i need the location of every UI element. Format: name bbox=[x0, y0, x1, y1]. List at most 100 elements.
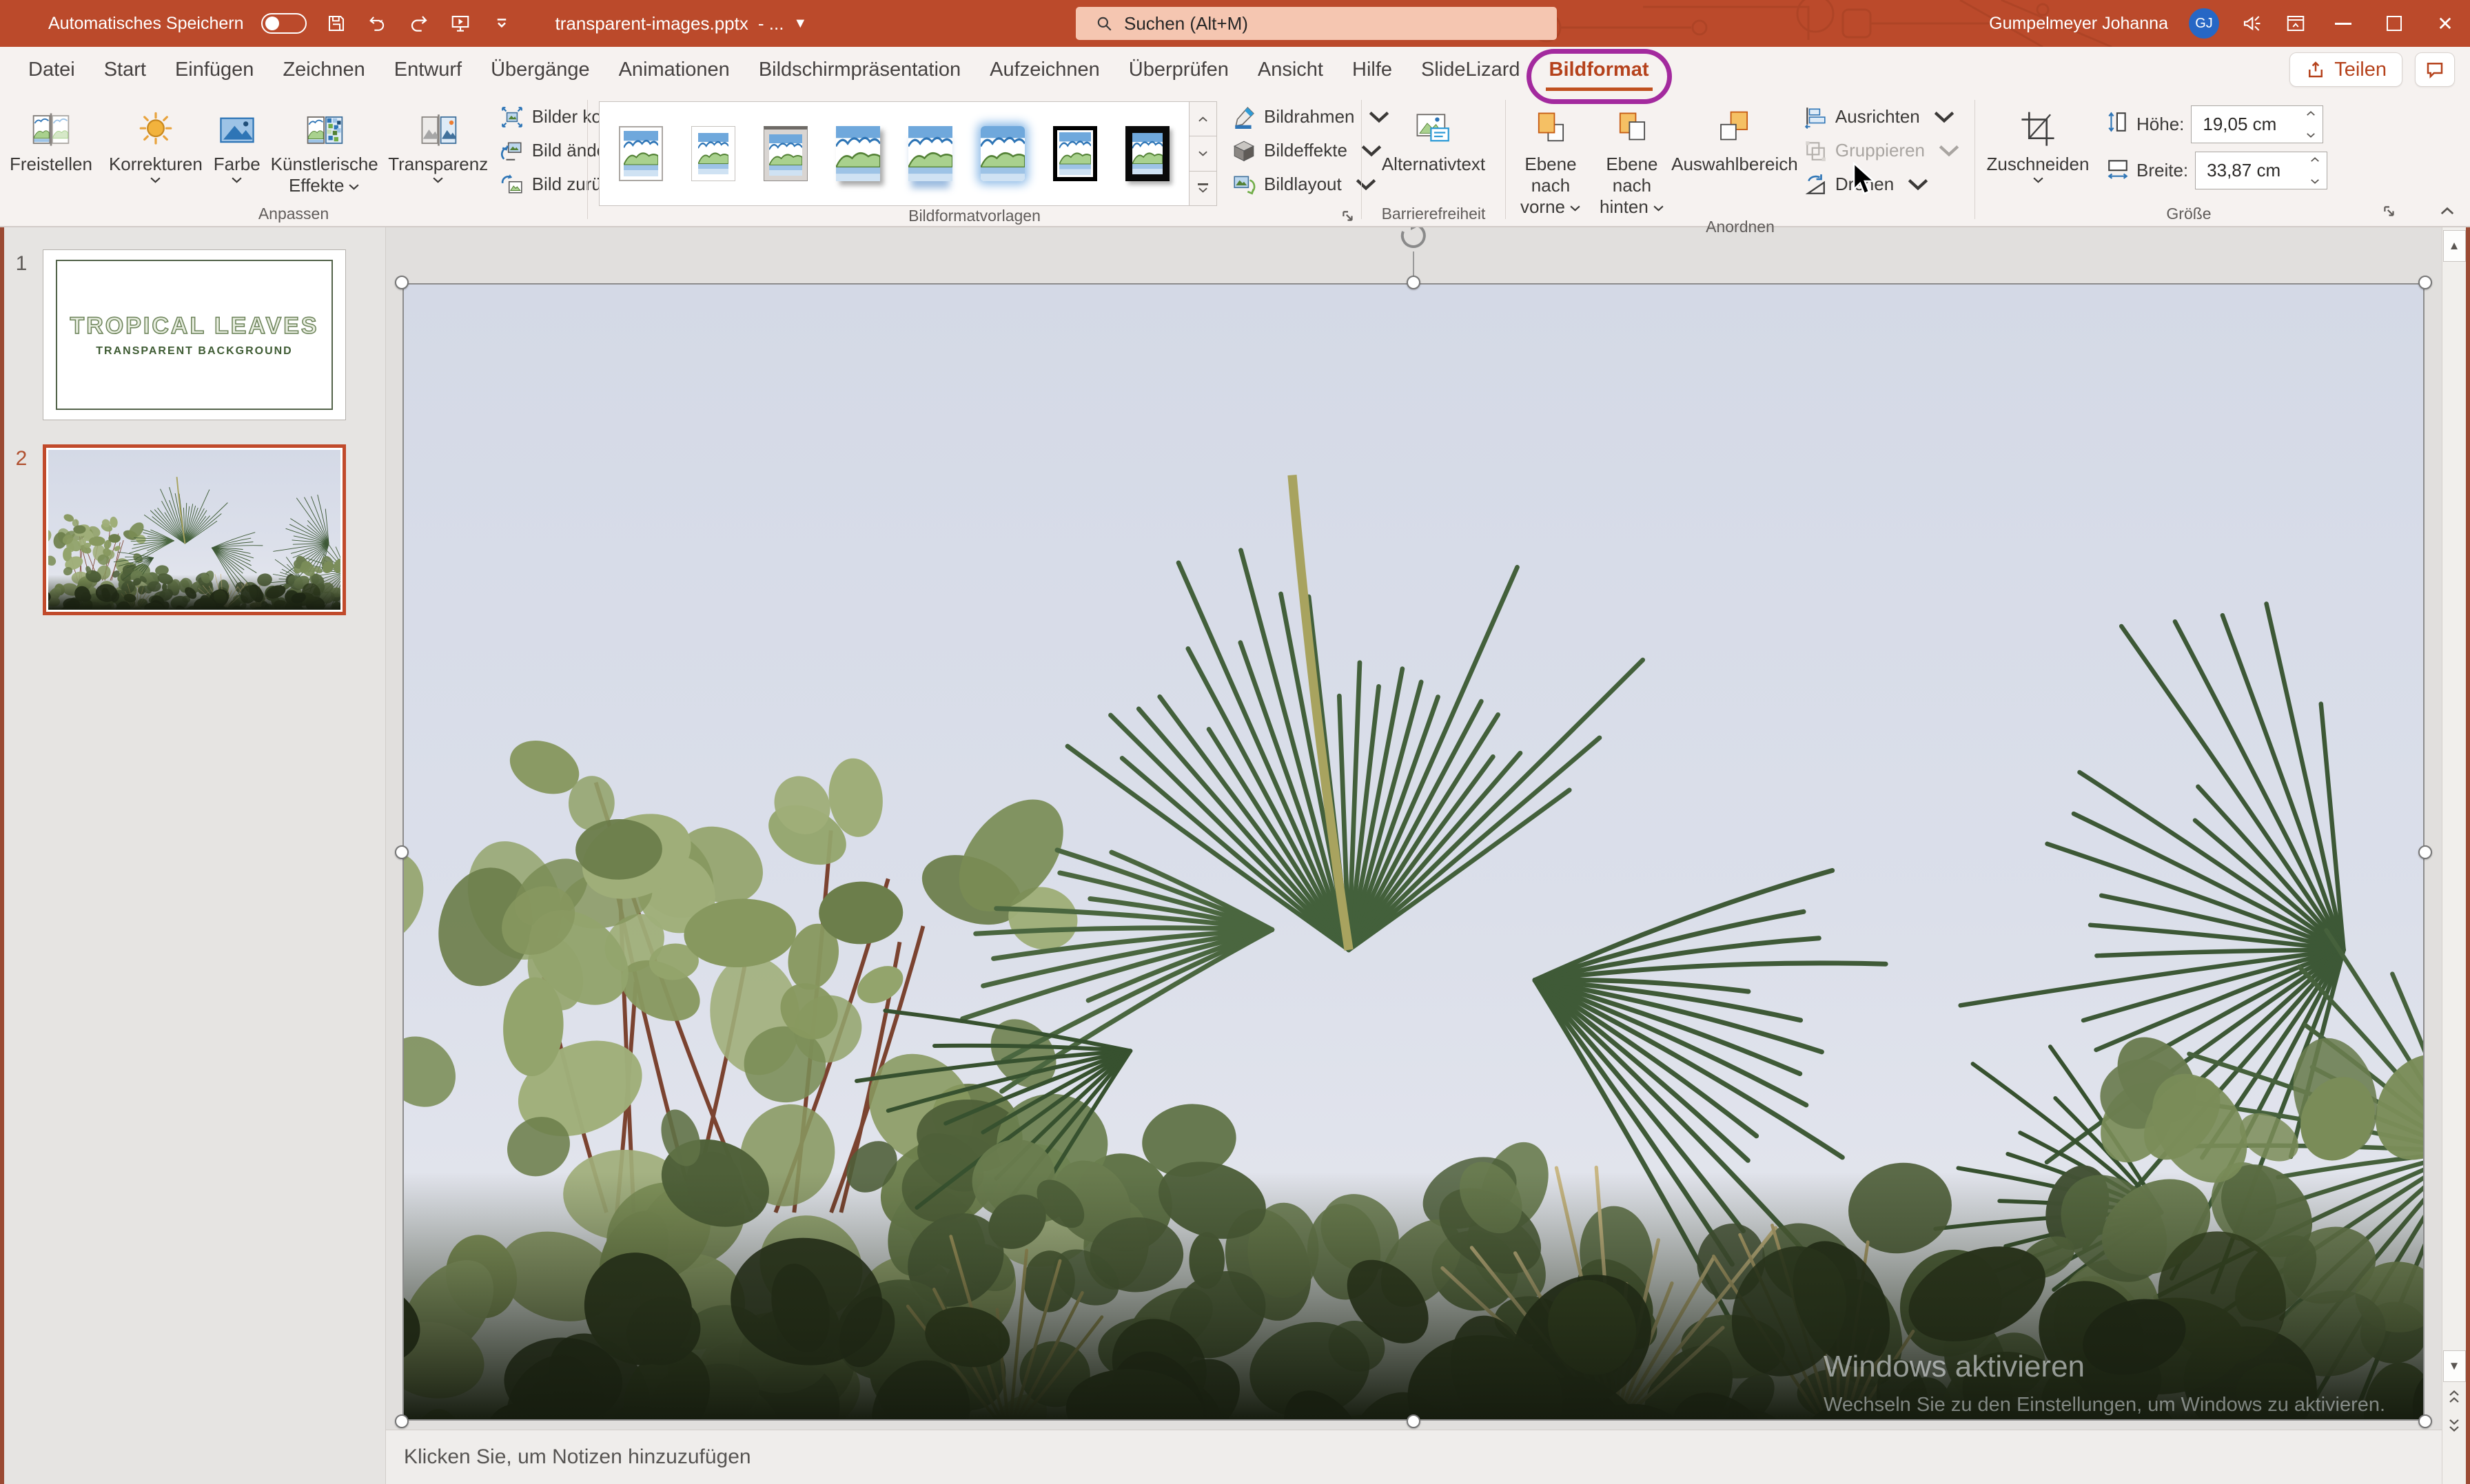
selected-picture[interactable]: Windows aktivieren Wechseln Sie zu den E… bbox=[395, 220, 2432, 1428]
picture-style-drop-shadow[interactable] bbox=[828, 115, 888, 192]
dialog-launcher-icon[interactable] bbox=[2382, 204, 2400, 222]
previous-slide-button[interactable] bbox=[2443, 1382, 2466, 1411]
slide-1-preview[interactable]: TROPICAL LEAVES TRANSPARENT BACKGROUND bbox=[43, 249, 346, 420]
customize-qat-icon[interactable] bbox=[490, 12, 513, 35]
width-stepper[interactable] bbox=[2310, 156, 2320, 185]
document-title[interactable]: transparent-images.pptx - ... ▼ bbox=[555, 13, 807, 34]
tab-ansicht[interactable]: Ansicht bbox=[1243, 47, 1338, 93]
slide-thumbnail-2[interactable]: 2 bbox=[0, 444, 346, 615]
autosave-toggle[interactable] bbox=[261, 13, 307, 34]
height-stepper[interactable] bbox=[2306, 110, 2316, 138]
active-tab-underline bbox=[1545, 87, 1653, 91]
tab-slidelizard[interactable]: SlideLizard bbox=[1407, 47, 1534, 93]
scroll-down-button[interactable]: ▼ bbox=[2442, 1350, 2466, 1382]
tab-entwurf[interactable]: Entwurf bbox=[380, 47, 476, 93]
tab-hilfe[interactable]: Hilfe bbox=[1338, 47, 1407, 93]
resize-handle-bottom-right[interactable] bbox=[2418, 1414, 2432, 1428]
picture-style-thick-black-frame[interactable] bbox=[1117, 115, 1178, 192]
windows-activation-watermark: Windows aktivieren Wechseln Sie zu den E… bbox=[1824, 1350, 2386, 1416]
picture-style-reflection[interactable] bbox=[900, 115, 961, 192]
slide-thumbnail-panel: 1 TROPICAL LEAVES TRANSPARENT BACKGROUND… bbox=[0, 227, 386, 1484]
ausrichten-button[interactable]: Ausrichten bbox=[1804, 100, 1968, 134]
kuenstlerische-effekte-button[interactable]: Künstlerische Effekte bbox=[266, 97, 383, 201]
close-button[interactable]: ✕ bbox=[2430, 8, 2460, 39]
slide-2-preview-selected[interactable] bbox=[43, 444, 346, 615]
tab-einfuegen[interactable]: Einfügen bbox=[161, 47, 269, 93]
zuschneiden-button[interactable]: Zuschneiden bbox=[1979, 97, 2096, 201]
chevron-down-icon bbox=[1569, 205, 1581, 212]
feedback-megaphone-icon[interactable] bbox=[2240, 12, 2263, 35]
maximize-button[interactable] bbox=[2379, 8, 2409, 39]
next-slide-button[interactable] bbox=[2443, 1411, 2466, 1440]
resize-handle-bottom-middle[interactable] bbox=[1407, 1414, 1420, 1428]
picture-style-white-frame[interactable] bbox=[683, 115, 744, 192]
ribbon-display-options-icon[interactable] bbox=[2284, 12, 2307, 35]
gallery-more-button[interactable] bbox=[1190, 171, 1216, 205]
tab-start[interactable]: Start bbox=[90, 47, 161, 93]
vertical-scrollbar[interactable]: ▲ ▼ bbox=[2442, 227, 2466, 1484]
chevron-down-icon bbox=[1932, 105, 1956, 129]
korrekturen-button[interactable]: Korrekturen bbox=[103, 97, 208, 201]
search-input[interactable]: Suchen (Alt+M) bbox=[1076, 7, 1557, 40]
tab-animationen[interactable]: Animationen bbox=[604, 47, 744, 93]
gruppieren-button: Gruppieren bbox=[1804, 134, 1968, 167]
search-icon bbox=[1097, 17, 1112, 31]
chevron-down-icon bbox=[1937, 139, 1961, 163]
resize-handle-middle-right[interactable] bbox=[2418, 845, 2432, 859]
chevron-down-icon bbox=[432, 176, 444, 184]
slide-2-photo-thumbnail bbox=[48, 450, 340, 610]
redo-icon[interactable] bbox=[407, 12, 431, 35]
gallery-scroll-up[interactable] bbox=[1190, 102, 1216, 137]
tab-bildformat[interactable]: Bildformat bbox=[1526, 47, 1672, 104]
color-picture-icon bbox=[217, 99, 257, 150]
height-input[interactable]: 19,05 cm bbox=[2191, 105, 2324, 143]
tab-ueberpruefen[interactable]: Überprüfen bbox=[1114, 47, 1243, 93]
slide-1-title: TROPICAL LEAVES bbox=[70, 312, 319, 340]
resize-handle-bottom-left[interactable] bbox=[395, 1414, 409, 1428]
save-icon[interactable] bbox=[325, 12, 348, 35]
share-button[interactable]: Teilen bbox=[2289, 52, 2402, 87]
ebene-nach-hinten-button[interactable]: Ebene nach hinten bbox=[1591, 97, 1673, 218]
farbe-button[interactable]: Farbe bbox=[208, 97, 266, 201]
scroll-up-button[interactable]: ▲ bbox=[2442, 230, 2466, 262]
undo-icon[interactable] bbox=[366, 12, 389, 35]
freistellen-button[interactable]: Freistellen bbox=[4, 97, 98, 201]
tab-uebergaenge[interactable]: Übergänge bbox=[476, 47, 604, 93]
transparenz-button[interactable]: Transparenz bbox=[383, 97, 493, 201]
tab-datei[interactable]: Datei bbox=[14, 47, 90, 93]
picture-style-black-frame[interactable] bbox=[1045, 115, 1105, 192]
resize-handle-top-left[interactable] bbox=[395, 276, 409, 289]
window-edge-right bbox=[2466, 227, 2470, 1484]
picture-style-simple-frame[interactable] bbox=[611, 115, 671, 192]
slide-thumbnail-1[interactable]: 1 TROPICAL LEAVES TRANSPARENT BACKGROUND bbox=[0, 249, 346, 420]
auswahlbereich-button[interactable]: Auswahlbereich bbox=[1671, 97, 1798, 218]
notes-placeholder: Klicken Sie, um Notizen hinzuzufügen bbox=[404, 1445, 751, 1468]
collapse-ribbon-button[interactable] bbox=[2440, 206, 2455, 219]
resize-handle-middle-left[interactable] bbox=[395, 845, 409, 859]
comments-button[interactable] bbox=[2415, 52, 2455, 87]
picture-styles-gallery bbox=[599, 101, 1217, 206]
alt-text-icon bbox=[1413, 99, 1453, 150]
tab-bildschirmpraesentation[interactable]: Bildschirmpräsentation bbox=[744, 47, 975, 93]
dialog-launcher-icon[interactable] bbox=[1340, 209, 1358, 227]
tab-zeichnen[interactable]: Zeichnen bbox=[268, 47, 379, 93]
picture-style-metal-frame[interactable] bbox=[755, 115, 816, 192]
picture-style-soft-glow[interactable] bbox=[972, 115, 1033, 192]
send-backward-icon bbox=[1612, 99, 1652, 150]
minimize-button[interactable] bbox=[2328, 8, 2358, 39]
chevron-down-icon bbox=[231, 176, 243, 184]
group-label-groesse: Größe bbox=[2166, 204, 2212, 223]
alternativtext-button[interactable]: Alternativtext bbox=[1376, 97, 1491, 201]
drehen-button[interactable]: Drehen bbox=[1804, 167, 1968, 201]
resize-handle-top-middle[interactable] bbox=[1407, 276, 1420, 289]
width-input[interactable]: 33,87 cm bbox=[2195, 152, 2328, 189]
present-from-start-icon[interactable] bbox=[449, 12, 472, 35]
tab-aufzeichnen[interactable]: Aufzeichnen bbox=[975, 47, 1114, 93]
comment-icon bbox=[2427, 63, 2443, 79]
avatar[interactable]: GJ bbox=[2189, 8, 2219, 39]
slide-editor: Windows aktivieren Wechseln Sie zu den E… bbox=[386, 220, 2470, 1484]
notes-bar[interactable]: Klicken Sie, um Notizen hinzuzufügen bbox=[386, 1430, 2442, 1484]
gallery-scroll-down[interactable] bbox=[1190, 136, 1216, 172]
resize-handle-top-right[interactable] bbox=[2418, 276, 2432, 289]
ebene-nach-vorne-button[interactable]: Ebene nach vorne bbox=[1510, 97, 1591, 218]
